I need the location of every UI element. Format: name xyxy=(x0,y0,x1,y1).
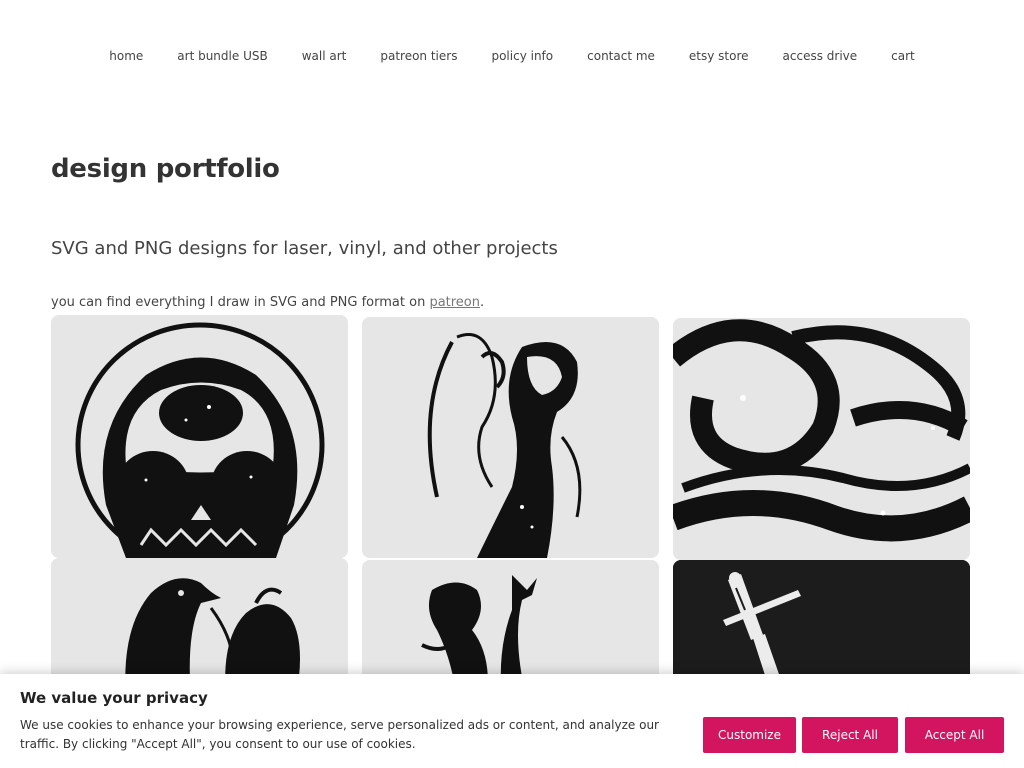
main-nav: home art bundle USB wall art patreon tie… xyxy=(0,48,1024,64)
page-title: design portfolio xyxy=(51,154,280,184)
nav-etsy-store[interactable]: etsy store xyxy=(672,48,766,64)
abstract-swirl-artwork xyxy=(673,318,970,560)
skull-artwork xyxy=(51,315,348,558)
consent-title: We value your privacy xyxy=(20,689,208,707)
intro-suffix: . xyxy=(480,295,485,310)
nav-contact-me[interactable]: contact me xyxy=(570,48,672,64)
customize-button[interactable]: Customize xyxy=(703,717,796,753)
nav-policy-info[interactable]: policy info xyxy=(474,48,570,64)
patreon-link[interactable]: patreon xyxy=(429,295,480,310)
gallery-image-woman-silhouette[interactable] xyxy=(362,317,659,558)
nav-access-drive[interactable]: access drive xyxy=(766,48,875,64)
reject-all-button[interactable]: Reject All xyxy=(802,717,898,753)
nav-home[interactable]: home xyxy=(92,48,160,64)
gallery-image-abstract-swirl[interactable] xyxy=(673,318,970,560)
intro-text: you can find everything I draw in SVG an… xyxy=(51,295,484,310)
accept-all-button[interactable]: Accept All xyxy=(905,717,1004,753)
nav-wall-art[interactable]: wall art xyxy=(285,48,364,64)
nav-art-bundle-usb[interactable]: art bundle USB xyxy=(160,48,284,64)
nav-patreon-tiers[interactable]: patreon tiers xyxy=(363,48,474,64)
nav-cart[interactable]: cart xyxy=(874,48,932,64)
page-subtitle: SVG and PNG designs for laser, vinyl, an… xyxy=(51,238,558,259)
gallery-image-skull[interactable] xyxy=(51,315,348,558)
cookie-consent-banner: We value your privacy We use cookies to … xyxy=(0,674,1024,768)
intro-prefix: you can find everything I draw in SVG an… xyxy=(51,295,430,310)
portfolio-gallery xyxy=(51,315,971,700)
consent-text: We use cookies to enhance your browsing … xyxy=(20,718,659,751)
woman-silhouette-artwork xyxy=(362,317,659,558)
